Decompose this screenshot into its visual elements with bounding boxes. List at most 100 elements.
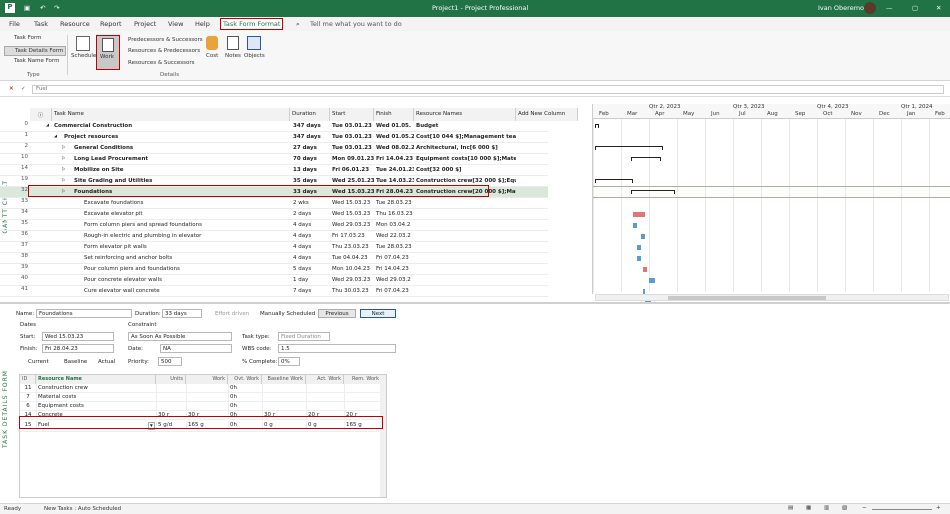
avatar[interactable] bbox=[864, 2, 876, 14]
task-name[interactable]: Commercial Construction bbox=[54, 123, 288, 129]
gantt-bar[interactable] bbox=[631, 157, 661, 161]
add-new-column-header[interactable]: Add New Column bbox=[516, 108, 578, 121]
expand-toggle-icon[interactable]: ▷ bbox=[62, 145, 65, 150]
task-start[interactable]: Thu 23.03.23 bbox=[332, 244, 374, 250]
minimize-button[interactable]: — bbox=[886, 4, 893, 12]
task-resources[interactable]: Architectural, Inc[6 000 $] bbox=[416, 145, 516, 151]
expand-toggle-icon[interactable]: ▷ bbox=[62, 178, 65, 183]
task-finish[interactable]: Tue 28.03.23 bbox=[376, 200, 414, 206]
resource-cell-id[interactable]: 6 bbox=[22, 403, 34, 409]
task-name[interactable]: Pour column piers and foundations bbox=[84, 266, 294, 272]
task-start[interactable]: Fri 06.01.23 bbox=[332, 167, 374, 173]
notes-button[interactable]: Notes bbox=[225, 53, 241, 59]
task-start[interactable]: Wed 15.03.23 bbox=[332, 200, 374, 206]
entry-field[interactable]: Fuel bbox=[32, 85, 944, 94]
task-name-column-header[interactable]: Task Name bbox=[52, 108, 290, 121]
task-name[interactable]: Long Lead Procurement bbox=[74, 156, 292, 162]
gantt-scrollbar[interactable] bbox=[595, 294, 949, 301]
task-duration[interactable]: 347 days bbox=[293, 134, 331, 140]
task-name[interactable]: Site Grading and Utilities bbox=[74, 178, 292, 184]
task-finish[interactable]: Fri 14.04.23 bbox=[376, 156, 414, 162]
cancel-entry-icon[interactable]: ✕ bbox=[9, 86, 14, 92]
gantt-bar[interactable] bbox=[595, 179, 633, 183]
gantt-bar[interactable] bbox=[649, 278, 655, 283]
baseline-radio[interactable]: Baseline bbox=[56, 359, 87, 365]
task-duration[interactable]: 13 days bbox=[293, 167, 331, 173]
gantt-bar[interactable] bbox=[637, 245, 641, 250]
resource-cell-name[interactable]: Material costs bbox=[38, 394, 154, 400]
task-start[interactable]: Mon 09.01.23 bbox=[332, 156, 374, 162]
task-finish[interactable]: Tue 28.03.23 bbox=[376, 244, 414, 250]
task-row[interactable]: 40 Pour concrete elevator walls 1 day Wed 2… bbox=[0, 275, 548, 286]
redo-icon[interactable]: ↷ bbox=[54, 4, 59, 12]
task-usage-view-icon[interactable]: ▦ bbox=[806, 505, 811, 511]
task-start[interactable]: Wed 15.03.23 bbox=[332, 211, 374, 217]
task-row[interactable]: 39 Pour column piers and foundations 5 day… bbox=[0, 264, 548, 275]
task-row[interactable]: 34 Excavate elevator pit 2 days Wed 15.03.2… bbox=[0, 209, 548, 220]
task-row[interactable]: 35 Form column piers and spread foundatio… bbox=[0, 220, 548, 231]
task-resources[interactable]: Cost[10 044 $];Management tear bbox=[416, 134, 516, 140]
duration-column-header[interactable]: Duration bbox=[290, 108, 330, 121]
task-details-form-option[interactable]: Task Details Form bbox=[4, 46, 67, 56]
task-name[interactable]: Mobilize on Site bbox=[74, 167, 292, 173]
resources-successors-button[interactable]: Resources & Successors bbox=[123, 60, 195, 66]
task-name[interactable]: Excavate elevator pit bbox=[84, 211, 294, 217]
resource-row[interactable]: 7 Material costs 0h bbox=[20, 393, 383, 402]
maximize-button[interactable]: ▢ bbox=[912, 4, 918, 12]
task-start[interactable]: Wed 29.03.23 bbox=[332, 277, 374, 283]
gantt-bar[interactable] bbox=[633, 223, 637, 228]
current-radio[interactable]: Current bbox=[20, 359, 49, 365]
task-start[interactable]: Tue 03.01.23 bbox=[332, 123, 374, 129]
gantt-bar[interactable] bbox=[643, 267, 647, 272]
task-name[interactable]: General Conditions bbox=[74, 145, 292, 151]
task-row[interactable]: 14 ▷ Mobilize on Site 13 days Fri 06.01.23 Tu… bbox=[0, 165, 548, 176]
task-duration[interactable]: 4 days bbox=[293, 233, 331, 239]
resource-column-header[interactable]: Ovt. Work bbox=[228, 375, 262, 384]
resource-sheet-view-icon[interactable]: ▧ bbox=[842, 505, 847, 511]
resource-cell-ovt[interactable]: 0h bbox=[230, 403, 260, 409]
task-duration[interactable]: 2 wks bbox=[293, 200, 331, 206]
task-name[interactable]: Project resources bbox=[64, 134, 290, 140]
task-finish[interactable]: Fri 07.04.23 bbox=[376, 255, 414, 261]
accept-entry-icon[interactable]: ✓ bbox=[21, 86, 26, 92]
task-finish[interactable]: Fri 14.04.23 bbox=[376, 266, 414, 272]
task-name-form-option[interactable]: Task Name Form bbox=[6, 58, 59, 64]
task-resources[interactable]: Construction crew[32 000 $];Equi bbox=[416, 178, 516, 184]
task-duration[interactable]: 4 days bbox=[293, 222, 331, 228]
duration-field[interactable]: 33 days bbox=[162, 309, 202, 318]
task-duration[interactable]: 7 days bbox=[293, 288, 331, 294]
task-row[interactable]: 37 Form elevator pit walls 4 days Thu 23.03… bbox=[0, 242, 548, 253]
resource-column-header[interactable]: Rem. Work bbox=[344, 375, 382, 384]
priority-field[interactable]: 500 bbox=[158, 357, 182, 366]
gantt-view-icon[interactable]: ▤ bbox=[788, 505, 793, 511]
task-duration[interactable]: 27 days bbox=[293, 145, 331, 151]
task-duration[interactable]: 4 days bbox=[293, 255, 331, 261]
resource-cell-ovt[interactable]: 0h bbox=[230, 394, 260, 400]
task-start[interactable]: Tue 03.01.23 bbox=[332, 145, 374, 151]
task-row[interactable]: 1 ◢ Project resources 347 days Tue 03.01.23 W… bbox=[0, 132, 548, 143]
task-name[interactable]: Set reinforcing and anchor bolts bbox=[84, 255, 294, 261]
task-finish[interactable]: Wed 22.03.2 bbox=[376, 233, 414, 239]
task-row[interactable]: 10 ▷ Long Lead Procurement 70 days Mon 09.01… bbox=[0, 154, 548, 165]
task-name[interactable]: Excavate foundations bbox=[84, 200, 294, 206]
task-name-field[interactable]: Foundations bbox=[36, 309, 132, 318]
task-row[interactable]: 2 ▷ General Conditions 27 days Tue 03.01.23 W… bbox=[0, 143, 548, 154]
resource-row[interactable]: 11 Construction crew 0h bbox=[20, 384, 383, 393]
task-start[interactable]: Tue 03.01.23 bbox=[332, 134, 374, 140]
task-finish[interactable]: Fri 07.04.23 bbox=[376, 288, 414, 294]
gantt-bar[interactable] bbox=[595, 146, 663, 150]
menu-help[interactable]: Help bbox=[195, 20, 210, 28]
gantt-bar[interactable] bbox=[595, 124, 599, 128]
task-form-option[interactable]: Task Form bbox=[6, 35, 41, 41]
menu-resource[interactable]: Resource bbox=[60, 20, 90, 28]
save-icon[interactable]: ▣ bbox=[24, 4, 30, 12]
resource-column-header[interactable]: Work bbox=[186, 375, 228, 384]
resources-predecessors-button[interactable]: Resources & Predecessors bbox=[123, 48, 200, 54]
resource-column-header[interactable]: Act. Work bbox=[306, 375, 344, 384]
start-column-header[interactable]: Start bbox=[330, 108, 374, 121]
task-finish[interactable]: Tue 24.01.23 bbox=[376, 167, 414, 173]
task-finish[interactable]: Wed 29.03.2 bbox=[376, 277, 414, 283]
task-duration[interactable]: 1 day bbox=[293, 277, 331, 283]
menu-task[interactable]: Task bbox=[34, 20, 48, 28]
actual-radio[interactable]: Actual bbox=[90, 359, 115, 365]
